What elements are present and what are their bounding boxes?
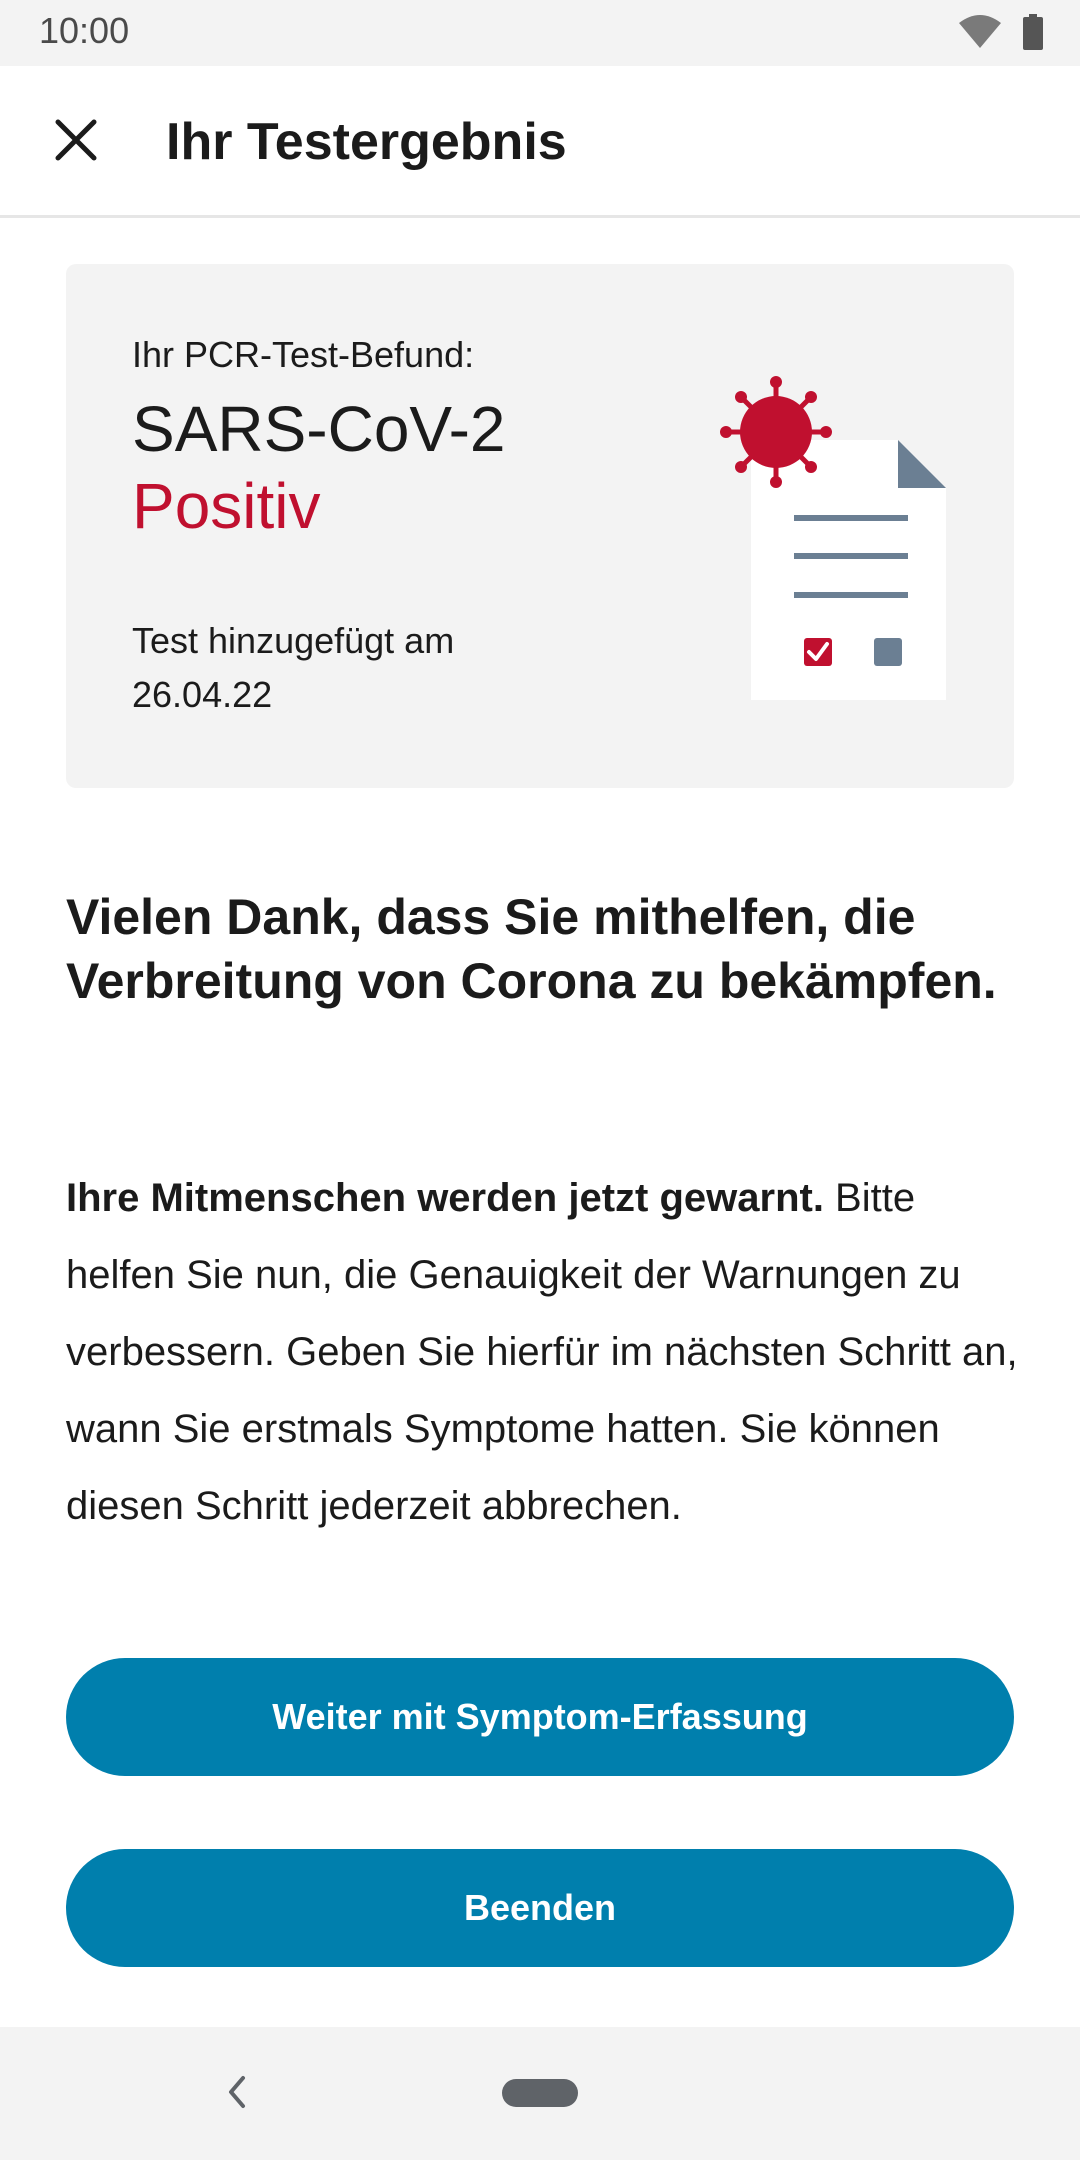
thanks-heading: Vielen Dank, dass Sie mithelfen, die Ver… bbox=[66, 889, 997, 1009]
page-title: Ihr Testergebnis bbox=[166, 113, 567, 171]
home-pill[interactable] bbox=[502, 2079, 578, 2107]
status-time: 10:00 bbox=[39, 10, 130, 51]
status-icons bbox=[958, 14, 1044, 55]
continue-symptom-button[interactable]: Weiter mit Symptom-Erfassung bbox=[66, 1658, 1014, 1776]
close-button[interactable] bbox=[36, 102, 116, 182]
test-date: 26.04.22 bbox=[132, 674, 273, 715]
test-date-label: Test hinzugefügt am bbox=[132, 620, 455, 661]
info-text-bold: Ihre Mitmenschen werden jetzt gewarnt. bbox=[66, 1176, 824, 1220]
app-bar: Ihr Testergebnis bbox=[0, 66, 1080, 218]
battery-icon bbox=[1022, 14, 1044, 55]
info-text-rest: Bitte helfen Sie nun, die Genauigkeit de… bbox=[66, 1176, 1018, 1528]
back-icon bbox=[225, 2074, 249, 2115]
close-icon bbox=[54, 118, 98, 167]
test-result-status: Positiv bbox=[132, 470, 321, 542]
info-text: Ihre Mitmenschen werden jetzt gewarnt. B… bbox=[66, 1160, 1026, 1545]
test-type-label: Ihr PCR-Test-Befund: bbox=[132, 334, 475, 375]
virus-name: SARS-CoV-2 bbox=[132, 393, 506, 465]
back-button[interactable] bbox=[212, 2069, 262, 2119]
finish-button[interactable]: Beenden bbox=[66, 1849, 1014, 1967]
system-nav-bar bbox=[0, 2027, 1080, 2160]
status-bar: 10:00 bbox=[0, 0, 1080, 66]
test-result-card: Ihr PCR-Test-Befund: SARS-CoV-2 Positiv … bbox=[66, 264, 1014, 788]
wifi-icon bbox=[958, 15, 1002, 54]
virus-document-illustration bbox=[656, 374, 956, 704]
